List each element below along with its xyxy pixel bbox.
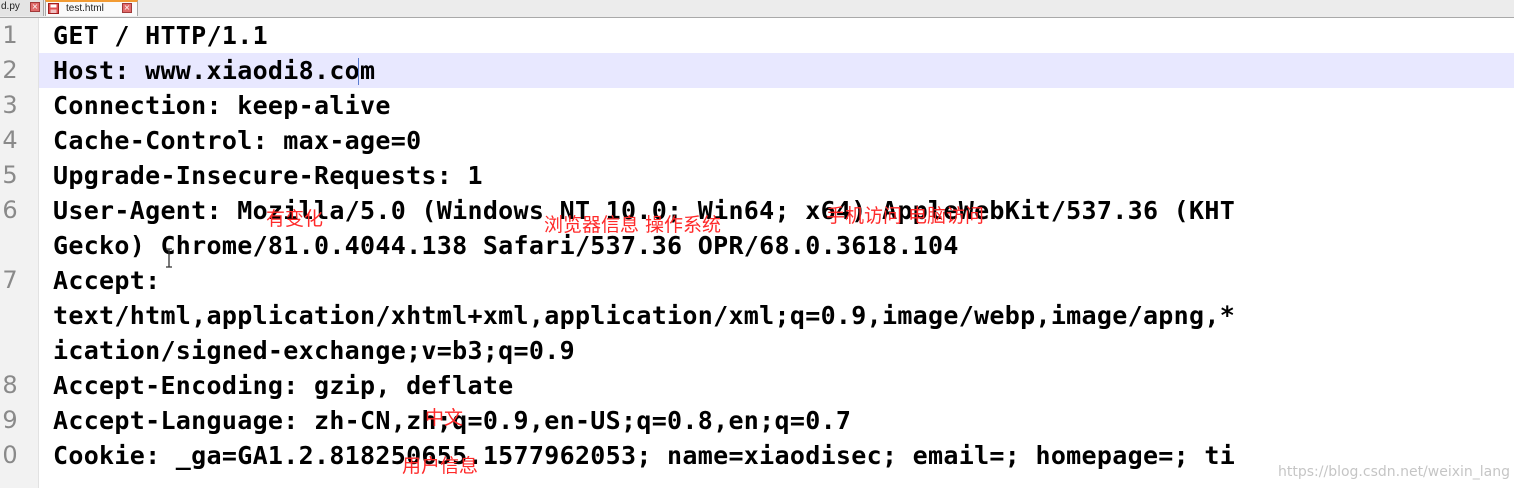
code-line[interactable]: Cache-Control: max-age=0 <box>53 123 421 158</box>
ibeam-cursor-icon <box>166 248 172 268</box>
text-caret <box>358 58 359 85</box>
line-number: 1 <box>2 21 18 49</box>
annotation-changes: 有变化 <box>266 208 324 230</box>
tab-test-html[interactable]: test.html × <box>45 0 138 16</box>
tab-bar: d.py × test.html × <box>0 0 1514 18</box>
code-line[interactable]: Accept-Encoding: gzip, deflate <box>53 368 514 403</box>
close-tab-icon[interactable]: × <box>30 2 40 12</box>
line-number: 3 <box>2 91 18 119</box>
annotation-user-info: 用户信息 <box>402 455 479 477</box>
tab-label: d.py <box>1 1 20 12</box>
annotation-mobile-pc: 手机访问 电脑访问 <box>826 205 985 227</box>
line-number: 5 <box>2 161 18 189</box>
line-number: 6 <box>2 196 18 224</box>
code-line[interactable]: Connection: keep-alive <box>53 88 391 123</box>
code-line[interactable]: text/html,application/xhtml+xml,applicat… <box>53 298 1235 333</box>
file-icon <box>48 3 59 14</box>
code-line[interactable]: Gecko) Chrome/81.0.4044.138 Safari/537.3… <box>53 228 959 263</box>
line-number: 2 <box>2 56 18 84</box>
close-tab-icon[interactable]: × <box>122 3 132 13</box>
code-line[interactable]: Accept: <box>53 263 160 298</box>
line-number: 0 <box>2 441 18 469</box>
code-line[interactable]: GET / HTTP/1.1 <box>53 18 268 53</box>
watermark: https://blog.csdn.net/weixin_lang <box>1278 464 1510 480</box>
code-line[interactable]: Upgrade-Insecure-Requests: 1 <box>53 158 483 193</box>
line-number-gutter: 1 2 3 4 5 6 7 8 9 0 <box>0 18 39 488</box>
line-number: 8 <box>2 371 18 399</box>
code-line[interactable]: Host: www.xiaodi8.com <box>53 53 375 88</box>
annotation-browser-os: 浏览器信息 操作系统 <box>544 214 722 236</box>
code-editor[interactable]: GET / HTTP/1.1 Host: www.xiaodi8.com Con… <box>39 18 1514 488</box>
line-number: 9 <box>2 406 18 434</box>
tab-label: test.html <box>66 3 104 14</box>
line-number: 7 <box>2 266 18 294</box>
code-line[interactable]: Cookie: _ga=GA1.2.818250655.1577962053; … <box>53 438 1235 473</box>
code-line[interactable]: ication/signed-exchange;v=b3;q=0.9 <box>53 333 575 368</box>
annotation-chinese: 中文 <box>425 407 464 429</box>
tab-previous-file[interactable]: d.py × <box>0 0 44 16</box>
line-number: 4 <box>2 126 18 154</box>
